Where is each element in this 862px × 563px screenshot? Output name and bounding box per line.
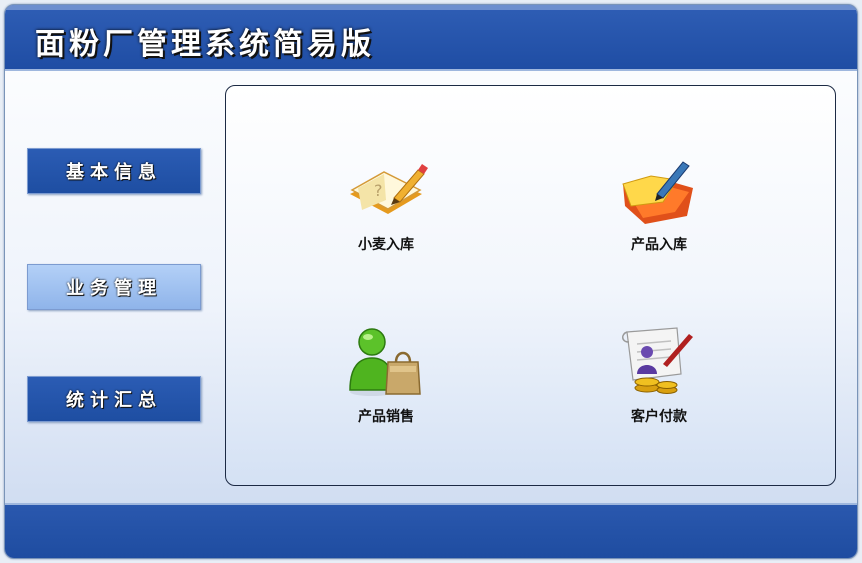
tile-label: 产品入库 (631, 237, 687, 253)
tile-customer-payment[interactable]: 客户付款 (589, 324, 729, 426)
user-shopping-bag-icon (349, 328, 421, 396)
header-bar: 面粉厂管理系统简易版 (5, 5, 857, 71)
tile-product-sales[interactable]: 产品销售 (316, 324, 456, 426)
header-top-stripe (5, 5, 857, 10)
document-coins-icon (622, 327, 693, 394)
footer-bar (5, 503, 857, 558)
svg-text:?: ? (374, 181, 383, 200)
tile-label: 客户付款 (631, 409, 687, 425)
main-panel: ? 小麦入库 产品入库 产品销售 客户付款 (225, 85, 836, 486)
sidebar-item-statistics-summary[interactable]: 统计汇总 (27, 376, 201, 422)
app-title: 面粉厂管理系统简易版 (35, 27, 375, 62)
tile-product-stock-in[interactable]: 产品入库 (589, 154, 729, 254)
folder-pen-icon (622, 161, 693, 224)
tile-label: 产品销售 (358, 409, 414, 425)
tile-wheat-stock-in[interactable]: ? 小麦入库 (316, 154, 456, 254)
sidebar-item-business-management[interactable]: 业务管理 (27, 264, 201, 310)
app-window: 面粉厂管理系统简易版 基本信息 业务管理 统计汇总 ? 小麦入库 产品入库 产品… (4, 4, 858, 559)
notebook-pencil-icon: ? (350, 164, 428, 214)
sidebar-item-basic-info[interactable]: 基本信息 (27, 148, 201, 194)
tile-label: 小麦入库 (358, 237, 414, 253)
